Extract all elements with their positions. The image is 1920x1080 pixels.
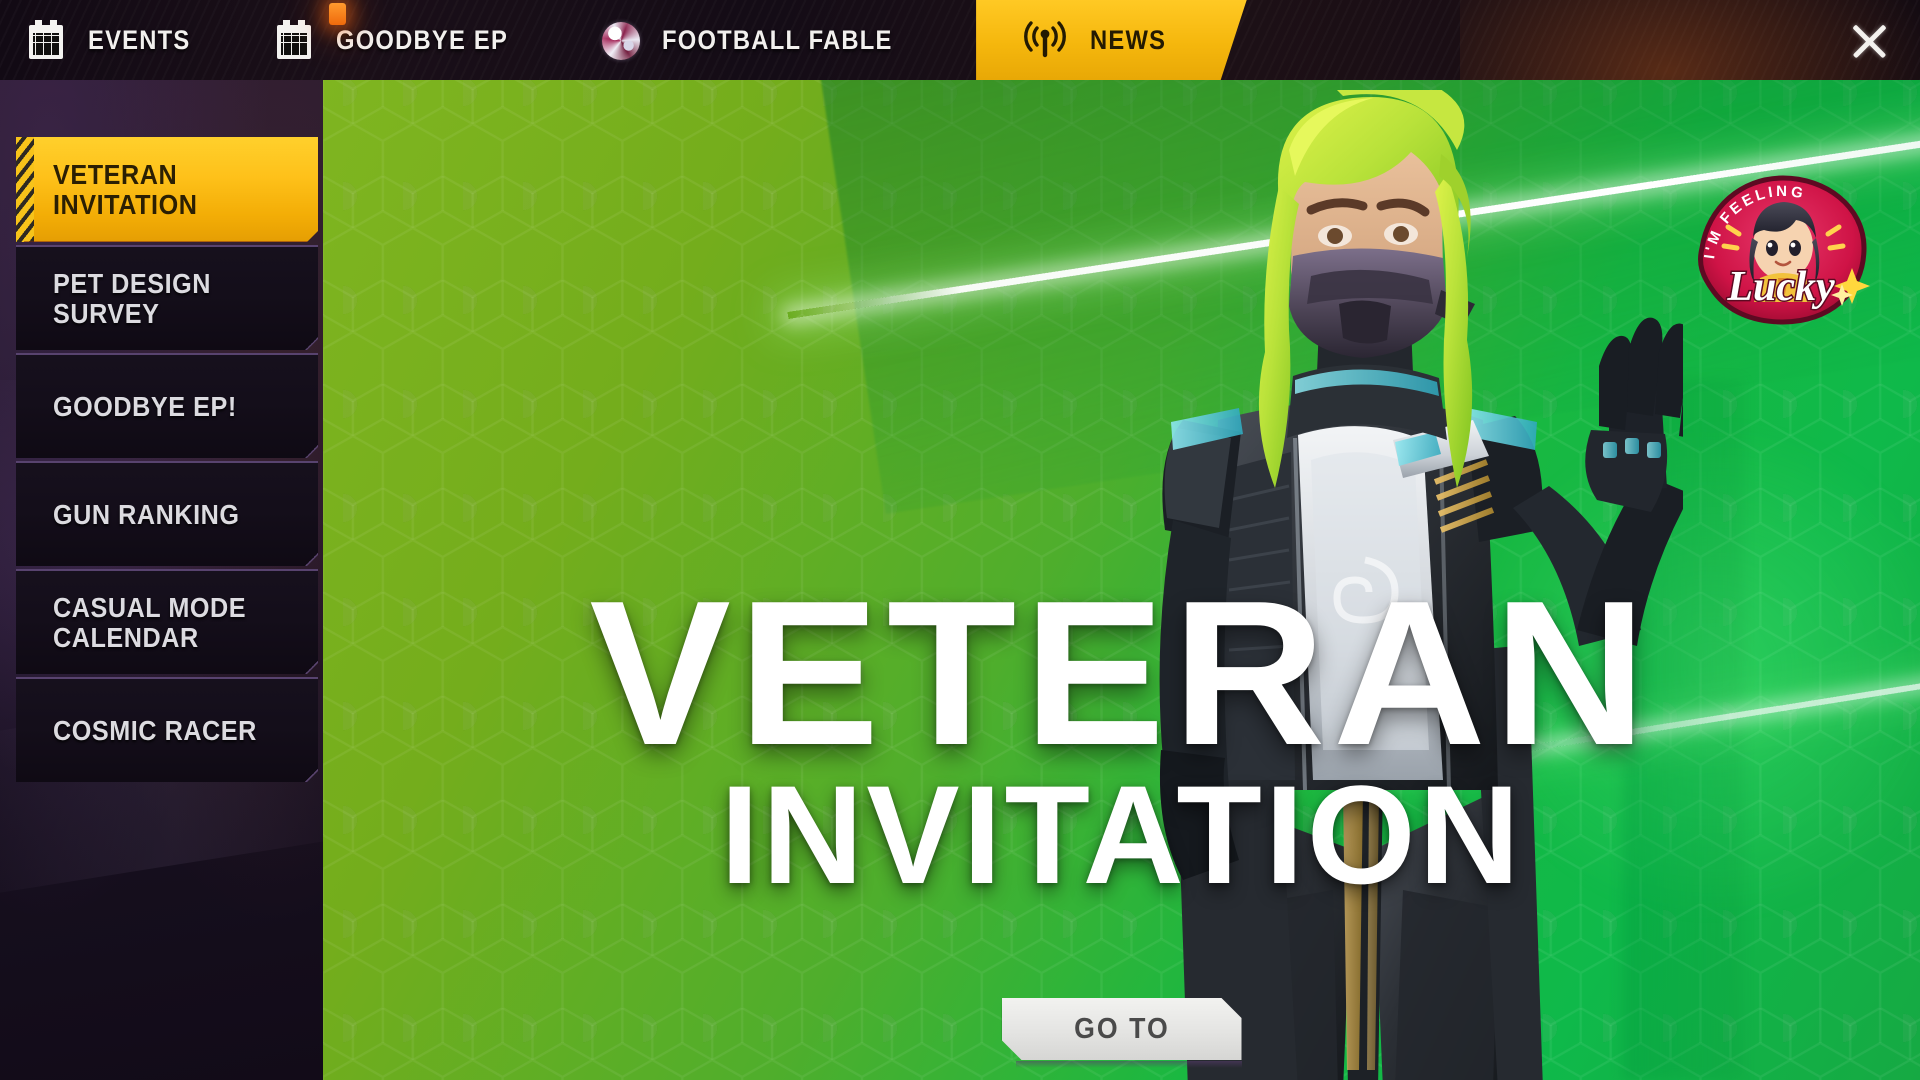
- football-icon: [601, 22, 640, 60]
- sidebar-item-goodbye-ep[interactable]: GOODBYE EP!: [16, 353, 318, 458]
- sidebar-item-label: PET DESIGN SURVEY: [53, 267, 212, 329]
- tab-news[interactable]: NEWS: [976, 0, 1247, 80]
- top-tab-list: EVENTS GOODBYE EP FOOTBALL FABLE NEWS: [0, 0, 1247, 80]
- sidebar-item-pet-design-survey[interactable]: PET DESIGN SURVEY: [16, 245, 318, 350]
- calendar-icon: [26, 19, 66, 61]
- sidebar-item-label: GUN RANKING: [53, 498, 240, 530]
- svg-text:Lucky: Lucky: [1726, 264, 1835, 310]
- im-feeling-lucky-watermark: I'M FEELING Lucky: [1692, 172, 1874, 327]
- top-navigation-bar: EVENTS GOODBYE EP FOOTBALL FABLE NEWS: [0, 0, 1920, 80]
- notification-badge: [329, 3, 346, 25]
- sidebar-item-label: COSMIC RACER: [53, 714, 257, 746]
- news-banner-panel: VETERAN INVITATION GO TO I'M FEELING Luc…: [323, 80, 1920, 1080]
- news-category-sidebar: VETERAN INVITATION PET DESIGN SURVEY GOO…: [0, 80, 323, 1080]
- go-to-button-shadow: [1015, 1061, 1242, 1068]
- tab-label: GOODBYE EP: [336, 24, 509, 55]
- game-news-screen: VETERAN INVITATION GO TO I'M FEELING Luc…: [0, 0, 1920, 1080]
- active-stripe-marker: [16, 137, 34, 242]
- sidebar-item-label: VETERAN INVITATION: [53, 158, 198, 220]
- go-to-button-wrapper: GO TO: [1002, 998, 1242, 1068]
- sidebar-item-cosmic-racer[interactable]: COSMIC RACER: [16, 677, 318, 782]
- tab-label: EVENTS: [88, 24, 191, 55]
- character-artwork: [1043, 90, 1683, 1080]
- sidebar-item-casual-mode-calendar[interactable]: CASUAL MODE CALENDAR: [16, 569, 318, 674]
- calendar-icon: [274, 19, 314, 61]
- broadcast-icon: [1022, 19, 1068, 61]
- sidebar-item-label: GOODBYE EP!: [53, 390, 237, 422]
- tab-label: NEWS: [1090, 24, 1167, 55]
- tab-label: FOOTBALL FABLE: [661, 24, 893, 55]
- sidebar-item-label: CASUAL MODE CALENDAR: [53, 591, 247, 653]
- go-to-button[interactable]: GO TO: [1002, 998, 1242, 1060]
- news-category-list: VETERAN INVITATION PET DESIGN SURVEY GOO…: [16, 137, 318, 785]
- close-button[interactable]: [1844, 16, 1894, 66]
- tab-goodbye-ep[interactable]: GOODBYE EP: [248, 0, 576, 80]
- sidebar-item-veteran-invitation[interactable]: VETERAN INVITATION: [16, 137, 318, 242]
- go-to-button-label: GO TO: [1073, 1012, 1170, 1045]
- tab-football-fable[interactable]: FOOTBALL FABLE: [576, 0, 968, 80]
- sidebar-item-gun-ranking[interactable]: GUN RANKING: [16, 461, 318, 566]
- tab-events[interactable]: EVENTS: [0, 0, 248, 80]
